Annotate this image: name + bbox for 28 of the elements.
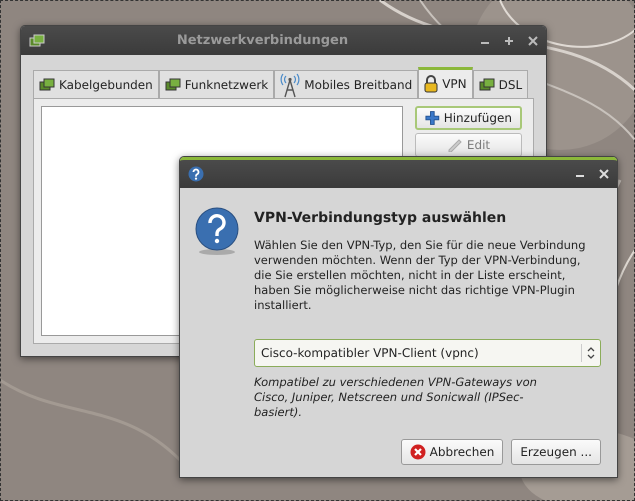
spinner-arrows-icon	[587, 347, 595, 359]
tab[interactable]: VPN	[418, 67, 473, 98]
tab[interactable]: Kabelgebunden	[33, 70, 159, 98]
antenna-icon	[280, 72, 300, 98]
lock-icon	[424, 75, 438, 93]
vpn-type-dropdown[interactable]: Cisco-kompatibler VPN-Client (vpnc)	[254, 339, 601, 367]
cancel-icon	[410, 444, 426, 460]
edit-icon	[446, 138, 463, 152]
network-icon	[39, 78, 55, 92]
network-icon	[29, 34, 45, 48]
dialog-heading: VPN-Verbindungstyp auswählen	[254, 210, 508, 226]
tab[interactable]: Funknetzwerk	[158, 70, 274, 98]
add-button[interactable]: Hinzufügen	[415, 106, 522, 130]
maximize-icon[interactable]	[504, 36, 514, 46]
create-button[interactable]: Erzeugen ...	[511, 439, 601, 465]
close-icon[interactable]	[599, 169, 609, 179]
help-icon	[188, 166, 204, 182]
dialog-message: Wählen Sie den VPN-Typ, den Sie für die neue Verbindung verwenden möchten. Wenn der Typ der VPN-Verbindung, die Sie erstellen möchten, nicht in der Liste erscheint, haben Sie möglicherweise nicht das richtige VPN-Plugin installiert.	[254, 238, 586, 313]
window-title: Netzwerkverbindungen	[176, 33, 350, 48]
question-icon	[194, 206, 240, 256]
plus-icon	[425, 110, 440, 126]
vpn-type-description: Kompatibel zu verschiedenen VPN-Gateways von Cisco, Juniper, Netscreen und Sonicwall (IPSec-basiert).	[254, 375, 538, 420]
tab[interactable]: Mobiles Breitband	[274, 70, 418, 98]
tab[interactable]: DSL	[472, 70, 528, 98]
close-icon[interactable]	[528, 36, 538, 46]
network-icon	[478, 78, 495, 92]
network-icon	[164, 78, 181, 92]
cancel-button[interactable]: Abbrechen	[400, 439, 504, 465]
